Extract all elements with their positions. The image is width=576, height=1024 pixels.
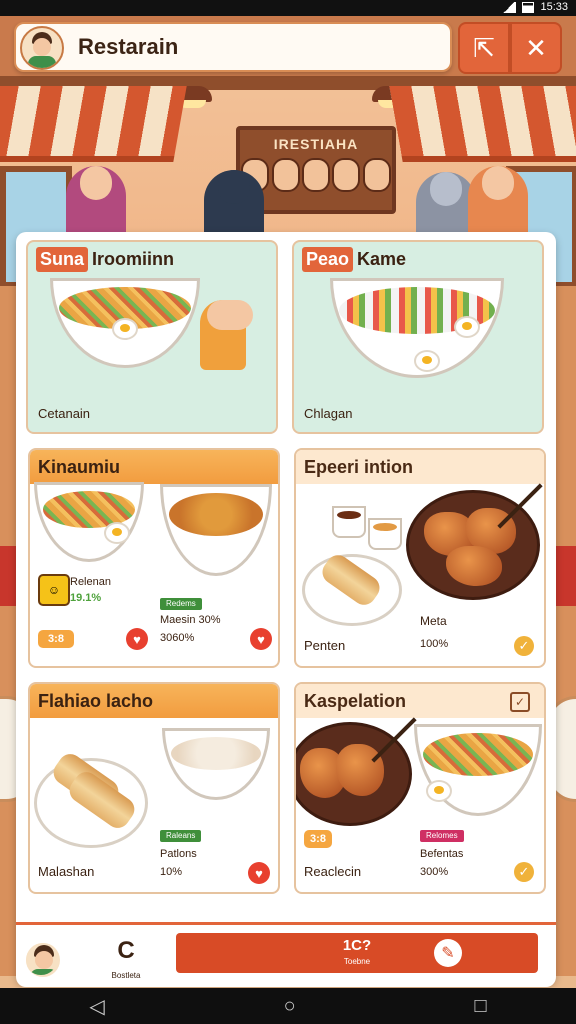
time-pill: 3:8 [304, 830, 332, 848]
card-title: Kame [357, 248, 407, 269]
egg-garnish [426, 780, 452, 802]
card-title: Iroomiinn [92, 248, 175, 269]
card-header: Epeeri intion [296, 450, 544, 484]
avatar[interactable] [20, 26, 64, 70]
action-sublabel: Toebne [343, 957, 371, 966]
dish-card[interactable]: Suna Iroomiinn Cetanain [26, 240, 278, 434]
refresh-icon: C [117, 937, 135, 964]
avatar[interactable] [26, 943, 60, 977]
action-label: 1C? [342, 937, 372, 954]
dish-caption: Reaclecin [304, 864, 362, 879]
title-bar: Restarain [14, 22, 452, 72]
brand-name: Relenan [70, 576, 111, 588]
card-header: Peao Kame [294, 242, 542, 276]
card-title: Epeeri intion [304, 456, 414, 477]
battery-icon [522, 1, 535, 13]
status-bar: 15:33 [0, 0, 576, 16]
card-header: Flahiao lacho [30, 684, 278, 718]
dish-percent: 100% [420, 638, 449, 650]
primary-action-button[interactable]: 1C? Toebne ✎ [176, 933, 538, 973]
status-badge: Relomes [420, 830, 464, 842]
dish-percent: 300% [420, 866, 449, 878]
dish-name: Patlons [160, 848, 197, 860]
status-badge: Redems [160, 598, 202, 610]
egg-garnish [112, 318, 138, 340]
card-title: Kinaumiu [38, 456, 121, 477]
system-nav-bar: ◁ ○ □ [0, 988, 576, 1024]
back-icon[interactable]: ◁ [89, 994, 104, 1019]
soup-bowl-image [162, 728, 270, 800]
card-header: Kinaumiu [30, 450, 278, 484]
sauce-cup-image [368, 518, 402, 550]
dish-caption: Penten [304, 638, 346, 653]
share-icon: ⇱ [473, 32, 495, 63]
brand-percent: 19.1% [70, 592, 102, 604]
dish-card[interactable]: Kaspelation ✓ 3:8 Relomes Befentas 300% … [294, 682, 546, 894]
signal-icon [502, 1, 517, 13]
nav-button[interactable]: C Bostleta [106, 937, 146, 983]
card-tag: Peao [302, 246, 354, 272]
close-button[interactable]: ✕ [510, 22, 562, 74]
menu-panel: Suna Iroomiinn Cetanain Peao Kame Chlaga… [16, 232, 556, 984]
dish-card[interactable]: Kinaumiu ☺ Relenan 19.1% Redems Maesin 3… [28, 448, 280, 668]
chickpea-bowl-image [160, 484, 272, 576]
check-icon[interactable]: ✓ [514, 862, 534, 882]
card-caption: Chlagan [304, 406, 353, 421]
check-icon[interactable]: ✓ [514, 636, 534, 656]
home-icon[interactable]: ○ [284, 995, 296, 1018]
dish-name: Befentas [420, 848, 464, 860]
dish-name: Meta [420, 614, 447, 628]
egg-garnish [454, 316, 480, 338]
close-icon: ✕ [525, 32, 547, 63]
card-title: Flahiao lacho [38, 690, 154, 711]
egg-garnish [414, 350, 440, 372]
dish-card[interactable]: Flahiao lacho Raleans Patlons 10% Malash… [28, 682, 280, 894]
dish-percent: 10% [160, 866, 183, 878]
checkbox-icon[interactable]: ✓ [510, 692, 530, 712]
heart-icon[interactable]: ♥ [248, 862, 270, 884]
app-title: Restarain [78, 34, 179, 59]
card-header: Suna Iroomiinn [28, 242, 276, 276]
card-caption: Cetanain [38, 406, 91, 421]
heart-icon[interactable]: ♥ [250, 628, 272, 650]
awning-right [389, 86, 576, 162]
card-title: Kaspelation [304, 690, 407, 711]
noodle-bowl-image [414, 724, 542, 816]
recents-icon[interactable]: □ [474, 995, 486, 1018]
egg-garnish [104, 522, 130, 544]
card-header: Kaspelation [296, 684, 544, 718]
dish-caption: Malashan [38, 864, 95, 879]
heart-icon[interactable]: ♥ [126, 628, 148, 650]
dish-percent: 3060% [160, 632, 195, 644]
time-pill: 3:8 [38, 630, 74, 648]
brand-logo-icon: ☺ [38, 574, 70, 606]
bottom-bar: C Bostleta 1C? Toebne ✎ [16, 922, 556, 987]
sauce-cup-image [332, 506, 366, 538]
status-badge: Raleans [160, 830, 202, 842]
share-button[interactable]: ⇱ [458, 22, 510, 74]
dish-card[interactable]: Epeeri intion Meta Penten 100% ✓ [294, 448, 546, 668]
chef-figure [200, 300, 253, 370]
card-tag: Suna [36, 246, 89, 272]
nav-label: Bostleta [111, 971, 141, 980]
dish-name: Maesin 30% [160, 614, 221, 626]
edit-icon[interactable]: ✎ [434, 939, 462, 967]
board-text: IRESTIAHA [273, 136, 359, 152]
noodle-bowl-image [34, 482, 144, 562]
awning-left [0, 86, 187, 162]
status-time: 15:33 [540, 1, 568, 13]
dish-card[interactable]: Peao Kame Chlagan [292, 240, 544, 434]
